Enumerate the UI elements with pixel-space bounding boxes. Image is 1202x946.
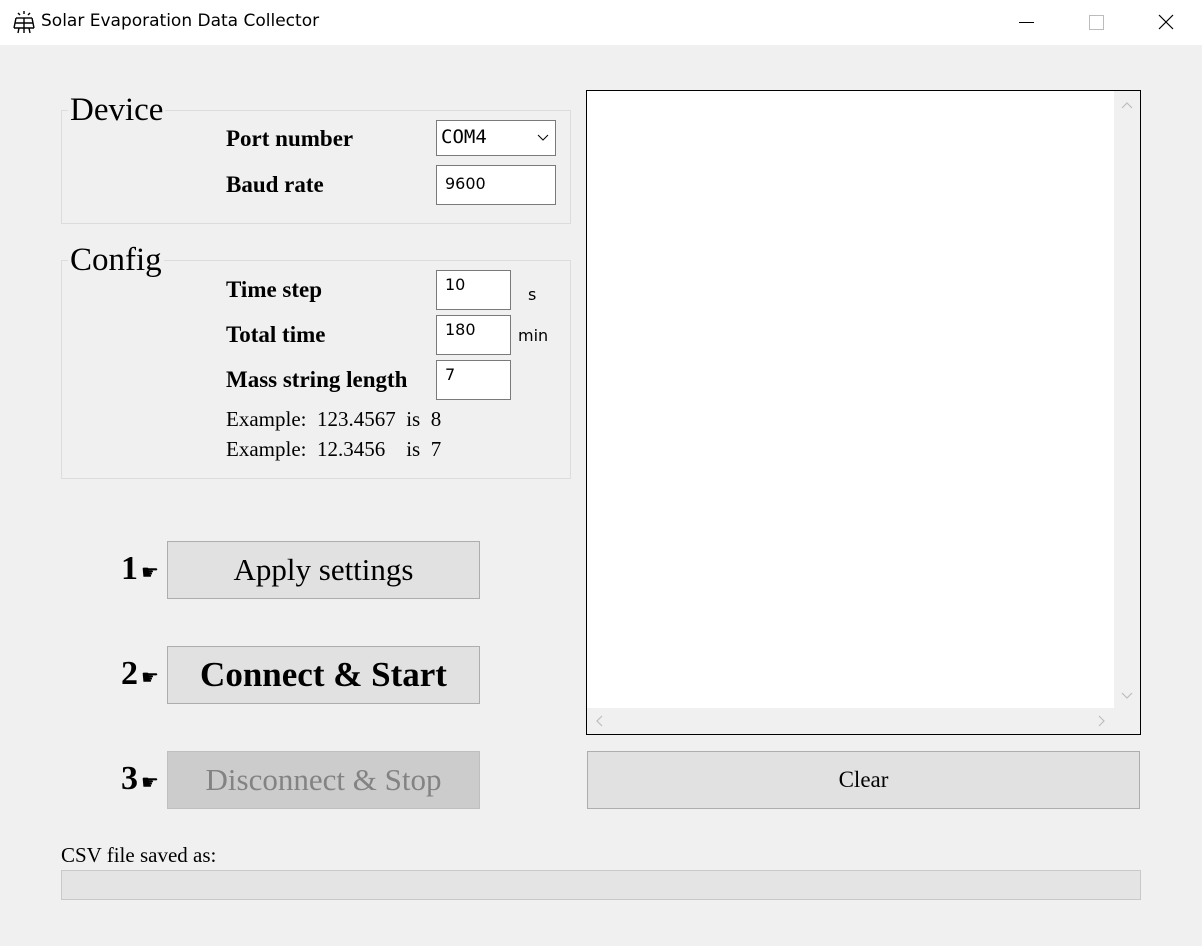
log-textarea[interactable]	[586, 90, 1141, 735]
maximize-icon	[1089, 15, 1104, 30]
pointing-hand-icon: ☛	[141, 562, 159, 584]
step-2-number: 2	[121, 655, 138, 692]
total-time-label: Total time	[226, 322, 326, 347]
device-legend: Device	[68, 92, 166, 128]
pointing-hand-icon: ☛	[141, 772, 159, 794]
time-step-unit: s	[528, 285, 537, 304]
connect-start-label: Connect & Start	[200, 655, 447, 694]
close-button[interactable]	[1131, 0, 1201, 45]
total-time-unit: min	[518, 326, 549, 345]
mass-string-length-label: Mass string length	[226, 367, 408, 392]
scroll-up-icon[interactable]	[1120, 99, 1134, 113]
config-legend: Config	[68, 242, 164, 278]
disconnect-stop-button[interactable]: Disconnect & Stop	[167, 751, 480, 809]
example-text-1: Example: 123.4567 is 8	[226, 407, 442, 431]
scroll-down-icon[interactable]	[1120, 688, 1134, 702]
baud-rate-input[interactable]: 9600	[436, 165, 556, 205]
port-number-label: Port number	[226, 126, 354, 151]
mass-string-length-input[interactable]: 7	[436, 360, 511, 400]
scrollbar-corner	[1114, 708, 1140, 734]
baud-rate-label: Baud rate	[226, 172, 324, 197]
step-1-number: 1	[121, 550, 138, 587]
minimize-icon	[1019, 22, 1034, 23]
connect-start-button[interactable]: Connect & Start	[167, 646, 480, 704]
total-time-input[interactable]: 180	[436, 315, 511, 355]
pointing-hand-icon: ☛	[141, 667, 159, 689]
maximize-button[interactable]	[1061, 0, 1131, 45]
clear-button[interactable]: Clear	[587, 751, 1140, 809]
scroll-left-icon[interactable]	[593, 714, 607, 728]
port-number-value: COM4	[441, 126, 487, 148]
time-step-input[interactable]: 10	[436, 270, 511, 310]
horizontal-scrollbar[interactable]	[587, 708, 1114, 734]
apply-settings-button[interactable]: Apply settings	[167, 541, 480, 599]
csv-file-path-field	[61, 870, 1141, 900]
chevron-down-icon	[537, 134, 549, 141]
solar-panel-icon	[13, 11, 35, 34]
window-title: Solar Evaporation Data Collector	[41, 11, 320, 31]
scroll-right-icon[interactable]	[1094, 714, 1108, 728]
step-3-number: 3	[121, 760, 138, 797]
apply-settings-label: Apply settings	[233, 552, 414, 587]
example-text-2: Example: 12.3456 is 7	[226, 437, 442, 461]
csv-file-label: CSV file saved as:	[61, 843, 217, 867]
title-bar: Solar Evaporation Data Collector	[0, 0, 1202, 45]
minimize-button[interactable]	[992, 0, 1062, 45]
port-number-select[interactable]: COM4	[436, 120, 556, 156]
vertical-scrollbar[interactable]	[1114, 91, 1140, 708]
disconnect-stop-label: Disconnect & Stop	[205, 762, 442, 797]
clear-label: Clear	[838, 767, 889, 792]
close-icon	[1158, 14, 1174, 30]
time-step-label: Time step	[226, 277, 323, 302]
